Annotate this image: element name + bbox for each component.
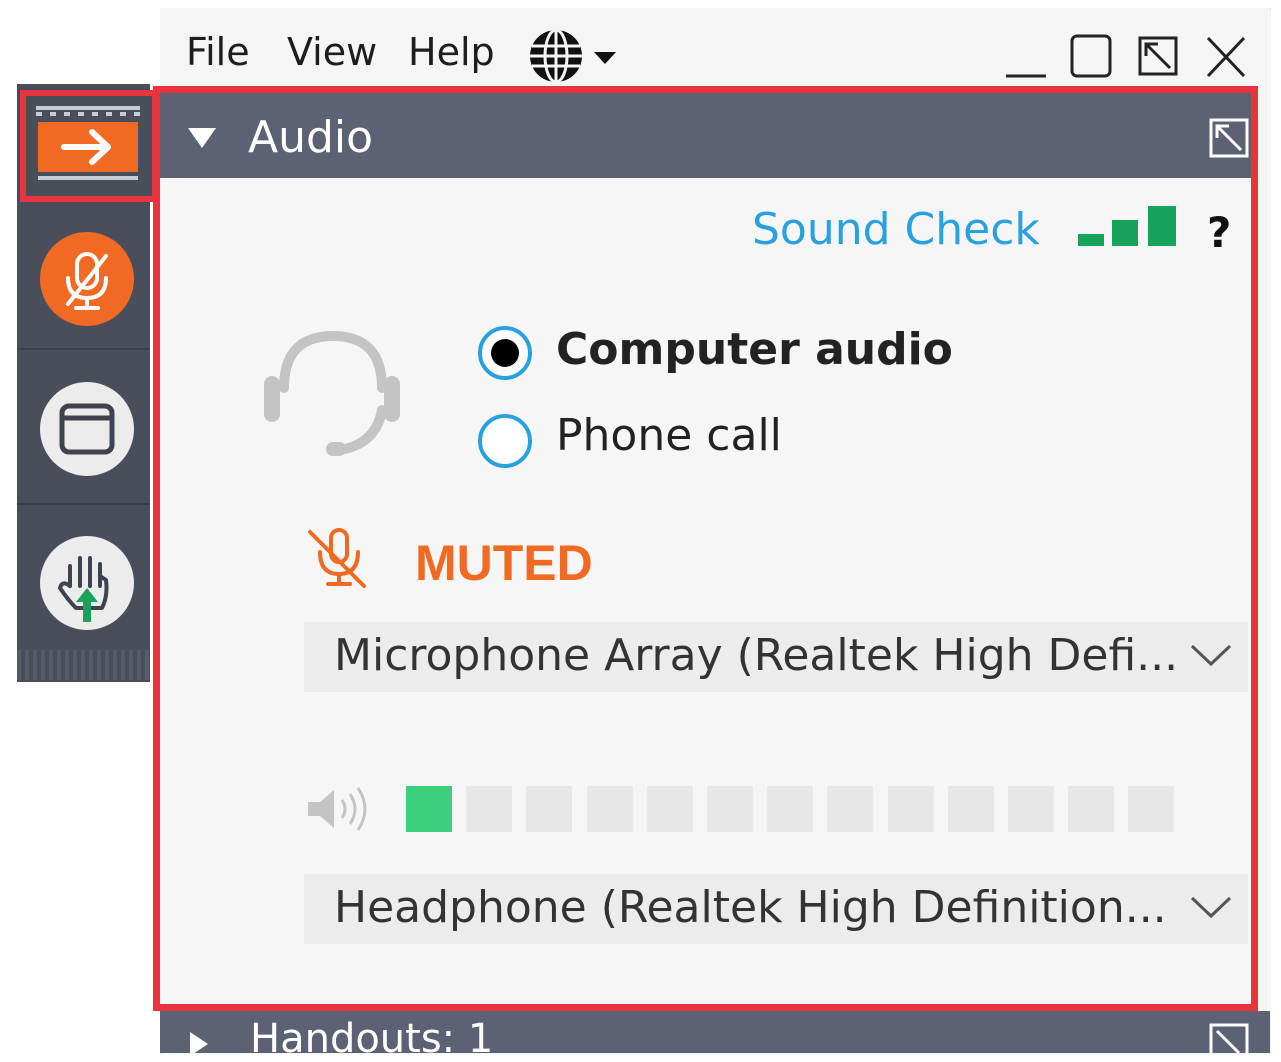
arrow-right-icon <box>36 106 140 180</box>
minimize-icon <box>1006 74 1046 78</box>
mute-microphone-button[interactable] <box>40 232 134 326</box>
handouts-title: Handouts: 1 <box>250 1016 494 1062</box>
raise-hand-button[interactable] <box>40 536 134 630</box>
raise-hand-icon <box>58 556 109 622</box>
handouts-popout-button[interactable] <box>1208 1022 1250 1062</box>
toolbar-divider <box>17 503 150 505</box>
screen-view-button[interactable] <box>40 382 134 476</box>
toolbar-divider <box>17 348 150 350</box>
globe-icon <box>530 28 616 84</box>
popout-icon <box>1138 36 1178 76</box>
microphone-muted-icon <box>66 252 108 310</box>
popout-button[interactable] <box>1134 30 1182 82</box>
minimize-button[interactable] <box>1002 30 1050 82</box>
close-icon <box>1206 36 1246 78</box>
toolbar-grip[interactable] <box>17 650 150 680</box>
maximize-icon <box>1070 34 1112 78</box>
panel-highlight <box>153 86 1258 1011</box>
caret-down-icon <box>594 52 616 64</box>
menu-help[interactable]: Help <box>408 30 495 74</box>
window-icon <box>59 403 115 455</box>
menu-file[interactable]: File <box>186 30 250 74</box>
menu-view[interactable]: View <box>287 30 377 74</box>
expand-triangle-icon[interactable] <box>188 1030 210 1060</box>
popout-icon <box>1209 1023 1249 1062</box>
close-button[interactable] <box>1202 30 1250 82</box>
language-menu[interactable] <box>524 26 624 86</box>
maximize-button[interactable] <box>1068 30 1116 82</box>
toggle-panel-button[interactable] <box>36 106 140 186</box>
